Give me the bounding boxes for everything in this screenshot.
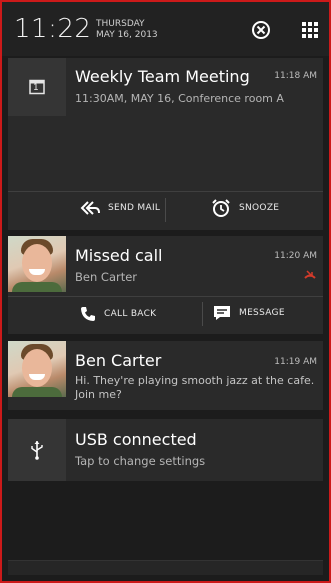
drag-handle-bar[interactable] [8, 560, 323, 575]
meeting-subtitle: 11:30AM, MAY 16, Conference room A [75, 92, 284, 105]
avatar [8, 341, 66, 397]
usb-tile [8, 419, 66, 481]
message-sender: Ben Carter [75, 351, 162, 370]
message-time: 11:19 AM [274, 357, 317, 367]
usb-notification[interactable]: USB connected Tap to change settings [8, 419, 323, 481]
message-body-line1: Hi. They're playing smooth jazz at the c… [75, 374, 315, 387]
meeting-title: Weekly Team Meeting [75, 67, 250, 86]
clock: 11:22 [14, 14, 92, 44]
send-mail-button[interactable]: SEND MAIL [80, 200, 160, 216]
quick-settings-button[interactable] [299, 19, 321, 41]
missed-call-divider [8, 296, 323, 297]
missed-call-notification[interactable]: Missed call 11:20 AM Ben Carter CALL BAC… [8, 236, 323, 334]
grid-icon [302, 22, 318, 38]
missed-call-title: Missed call [75, 246, 163, 265]
send-mail-label: SEND MAIL [108, 203, 161, 213]
message-body-line2: Join me? [75, 388, 122, 401]
meeting-notification[interactable]: 1 Weekly Team Meeting 11:18 AM 11:30AM, … [8, 58, 323, 230]
day-label: THURSDAY [96, 19, 145, 29]
snooze-button[interactable]: SNOOZE [211, 198, 279, 218]
usb-icon [31, 441, 43, 460]
status-header: 11:22 THURSDAY MAY 16, 2013 [0, 0, 331, 56]
avatar [8, 236, 66, 292]
call-back-button[interactable]: CALL BACK [80, 306, 156, 322]
meeting-divider [8, 191, 323, 192]
missed-call-icon [304, 266, 316, 285]
snooze-label: SNOOZE [239, 203, 280, 213]
reply-all-icon [80, 201, 100, 215]
calendar-tile: 1 [8, 58, 66, 116]
phone-icon [81, 307, 95, 321]
usb-title: USB connected [75, 430, 197, 449]
close-circle-icon [252, 21, 270, 39]
clear-all-button[interactable] [250, 19, 272, 41]
missed-call-time: 11:20 AM [274, 251, 317, 261]
message-label: MESSAGE [239, 308, 285, 318]
meeting-time: 11:18 AM [274, 71, 317, 81]
call-back-label: CALL BACK [104, 309, 157, 319]
alarm-icon [212, 199, 230, 217]
calendar-day: 1 [33, 83, 39, 93]
action-divider [165, 198, 166, 222]
action-divider [202, 302, 203, 326]
date-display: THURSDAY MAY 16, 2013 [96, 19, 158, 41]
date-label: MAY 16, 2013 [96, 30, 158, 40]
message-icon [214, 306, 230, 320]
message-notification[interactable]: Ben Carter 11:19 AM Hi. They're playing … [8, 341, 323, 410]
missed-call-caller: Ben Carter [75, 270, 138, 284]
usb-subtitle: Tap to change settings [75, 454, 206, 468]
message-button[interactable]: MESSAGE [213, 305, 285, 321]
